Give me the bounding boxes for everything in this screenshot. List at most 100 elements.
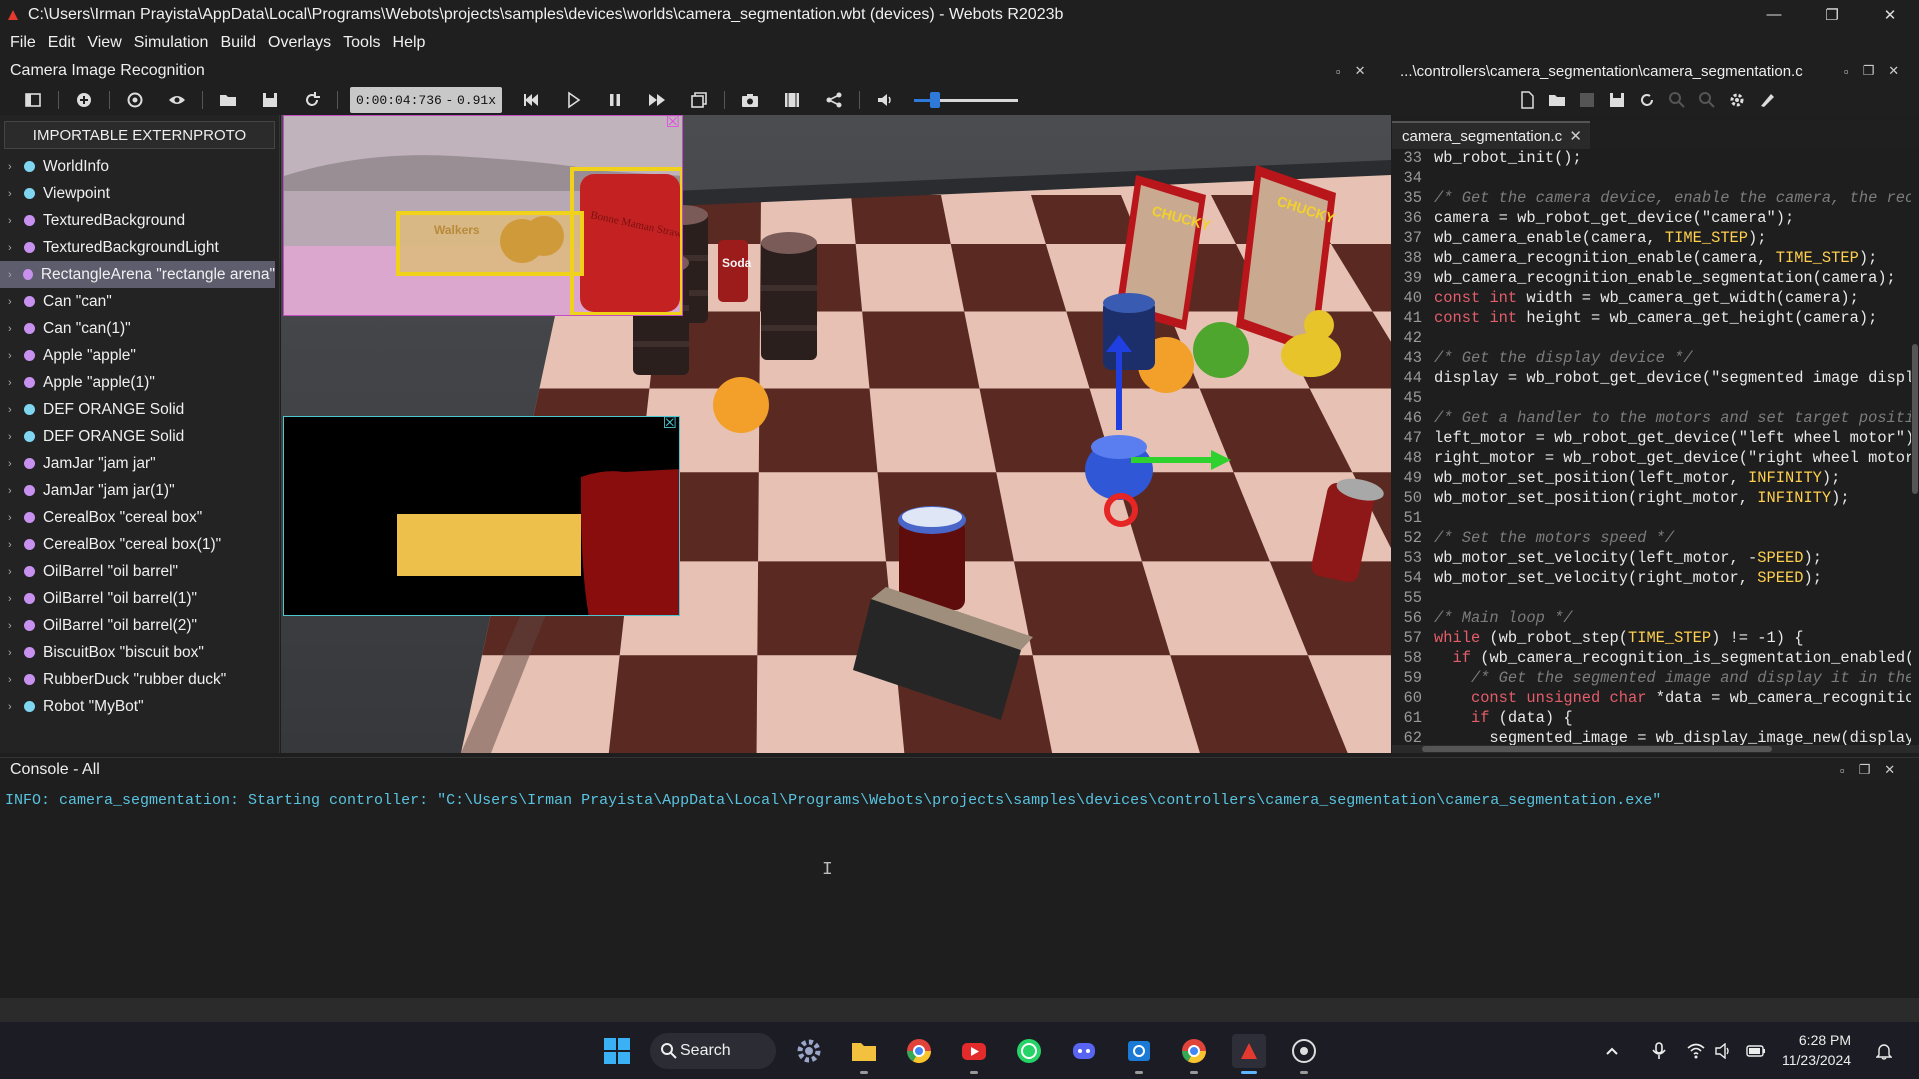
scene-tree-item[interactable]: › OilBarrel "oil barrel(1)" [0,585,279,612]
youtube-app[interactable] [957,1034,991,1068]
volume-knob[interactable] [929,92,940,108]
editor-maximize-icon[interactable]: ❐ [1863,63,1875,79]
code-line[interactable]: 47 left_motor = wb_robot_get_device("left… [1392,429,1911,449]
save-file-button[interactable] [1572,86,1602,114]
code-line[interactable]: 46 /* Get a handler to the motors and set… [1392,409,1911,429]
code-line[interactable]: 58 if (wb_camera_recognition_is_segmenta… [1392,649,1911,669]
editor-float-icon[interactable]: ▫ [1844,64,1849,79]
float-dock-icon[interactable]: ▫ [1336,64,1341,79]
revert-button[interactable] [1632,86,1662,114]
expand-arrow-icon[interactable]: › [8,485,22,497]
code-line[interactable]: 44 display = wb_robot_get_device("segment… [1392,369,1911,389]
view-toggle-button[interactable] [156,86,198,114]
code-line[interactable]: 57 while (wb_robot_step(TIME_STEP) != -1)… [1392,629,1911,649]
taskbar-clock[interactable]: 6:28 PM 11/23/2024 [1782,1030,1851,1070]
tab-close-icon[interactable]: ✕ [1569,127,1582,145]
find-button[interactable] [1662,86,1692,114]
whatsapp-app[interactable] [1012,1034,1046,1068]
code-line[interactable]: 52 /* Set the motors speed */ [1392,529,1911,549]
menu-file[interactable]: File [4,34,42,52]
maximize-button[interactable]: ❐ [1803,0,1861,29]
notifications-button[interactable] [1872,1034,1896,1068]
settings-app[interactable] [792,1034,826,1068]
outlook-app[interactable] [1122,1034,1156,1068]
expand-arrow-icon[interactable]: › [8,620,22,632]
expand-arrow-icon[interactable]: › [8,350,22,362]
code-line[interactable]: 40 const int width = wb_camera_get_width(… [1392,289,1911,309]
scene-tree-item[interactable]: › CerealBox "cereal box(1)" [0,531,279,558]
scene-tree-item[interactable]: › RectangleArena "rectangle arena" [0,261,275,288]
menu-view[interactable]: View [81,34,127,52]
scene-tree-item[interactable]: › DEF ORANGE Solid [0,423,279,450]
fast-forward-button[interactable] [636,86,678,114]
expand-arrow-icon[interactable]: › [8,323,22,335]
discord-app[interactable] [1067,1034,1101,1068]
file-explorer-app[interactable] [847,1034,881,1068]
chrome-profile-app[interactable] [1177,1034,1211,1068]
code-vertical-scrollbar[interactable] [1911,149,1919,745]
code-line[interactable]: 61 if (data) { [1392,709,1911,729]
save-as-button[interactable] [1602,86,1632,114]
code-line[interactable]: 43 /* Get the display device */ [1392,349,1911,369]
scene-tree-item[interactable]: › Can "can(1)" [0,315,279,342]
toggle-scene-tree-button[interactable] [12,86,54,114]
code-line[interactable]: 35 /* Get the camera device, enable the c… [1392,189,1911,209]
webots-app[interactable] [1232,1034,1266,1068]
close-dock-icon[interactable]: ✕ [1355,63,1366,79]
expand-arrow-icon[interactable]: › [8,539,22,551]
code-line[interactable]: 39 wb_camera_recognition_enable_segmentat… [1392,269,1911,289]
importable-externproto-button[interactable]: IMPORTABLE EXTERNPROTO [4,121,275,149]
editor-close-icon[interactable]: ✕ [1888,63,1899,79]
scene-tree-item[interactable]: › CerealBox "cereal box" [0,504,279,531]
code-line[interactable]: 54 wb_motor_set_velocity(right_motor, SPE… [1392,569,1911,589]
scene-tree-item[interactable]: › TexturedBackgroundLight [0,234,279,261]
scene-tree-item[interactable]: › Viewpoint [0,180,279,207]
menu-simulation[interactable]: Simulation [128,34,215,52]
scene-tree-item[interactable]: › OilBarrel "oil barrel" [0,558,279,585]
save-world-button[interactable] [249,86,291,114]
start-button[interactable] [600,1034,634,1068]
minimize-button[interactable]: — [1745,0,1803,29]
battery-button[interactable] [1744,1034,1768,1068]
menu-overlays[interactable]: Overlays [262,34,337,52]
build-button[interactable] [1722,86,1752,114]
volume-tray-button[interactable] [1712,1034,1736,1068]
scene-tree-item[interactable]: › JamJar "jam jar" [0,450,279,477]
expand-arrow-icon[interactable]: › [8,242,22,254]
scene-tree-item[interactable]: › DEF ORANGE Solid [0,396,279,423]
console-float-icon[interactable]: ▫ [1840,763,1845,778]
display-overlay-close-icon[interactable]: ☒ [663,417,677,433]
code-editor[interactable]: 33 wb_robot_init(); 34 35 /* Get the camera … [1392,149,1911,745]
replace-button[interactable] [1692,86,1722,114]
scene-tree-item[interactable]: › WorldInfo [0,153,279,180]
code-line[interactable]: 55 [1392,589,1911,609]
expand-arrow-icon[interactable]: › [8,566,22,578]
chrome-app[interactable] [902,1034,936,1068]
add-node-button[interactable] [63,86,105,114]
volume-slider[interactable] [914,87,1018,113]
code-line[interactable]: 50 wb_motor_set_position(right_motor, INF… [1392,489,1911,509]
show-hidden-icons-button[interactable] [1600,1034,1624,1068]
code-line[interactable]: 41 const int height = wb_camera_get_heigh… [1392,309,1911,329]
console-close-icon[interactable]: ✕ [1884,762,1895,778]
new-file-button[interactable] [1512,86,1542,114]
expand-arrow-icon[interactable]: › [8,647,22,659]
expand-arrow-icon[interactable]: › [8,188,22,200]
share-button[interactable] [813,86,855,114]
mute-button[interactable] [864,86,906,114]
step-button[interactable] [552,86,594,114]
expand-arrow-icon[interactable]: › [8,377,22,389]
code-line[interactable]: 51 [1392,509,1911,529]
expand-arrow-icon[interactable]: › [8,404,22,416]
camera-overlay[interactable]: Walkers Bonne Maman Strawberry Preserve … [283,115,683,316]
expand-arrow-icon[interactable]: › [8,674,22,686]
code-hscroll-thumb[interactable] [1422,746,1772,752]
console-message[interactable]: INFO: camera_segmentation: Starting cont… [0,782,1919,809]
code-line[interactable]: 59 /* Get the segmented image and displa… [1392,669,1911,689]
code-line[interactable]: 48 right_motor = wb_robot_get_device("rig… [1392,449,1911,469]
code-line[interactable]: 38 wb_camera_recognition_enable(camera, T… [1392,249,1911,269]
code-line[interactable]: 56 /* Main loop */ [1392,609,1911,629]
code-line[interactable]: 34 [1392,169,1911,189]
scene-tree-item[interactable]: › TexturedBackground [0,207,279,234]
scene-tree-item[interactable]: › BiscuitBox "biscuit box" [0,639,279,666]
